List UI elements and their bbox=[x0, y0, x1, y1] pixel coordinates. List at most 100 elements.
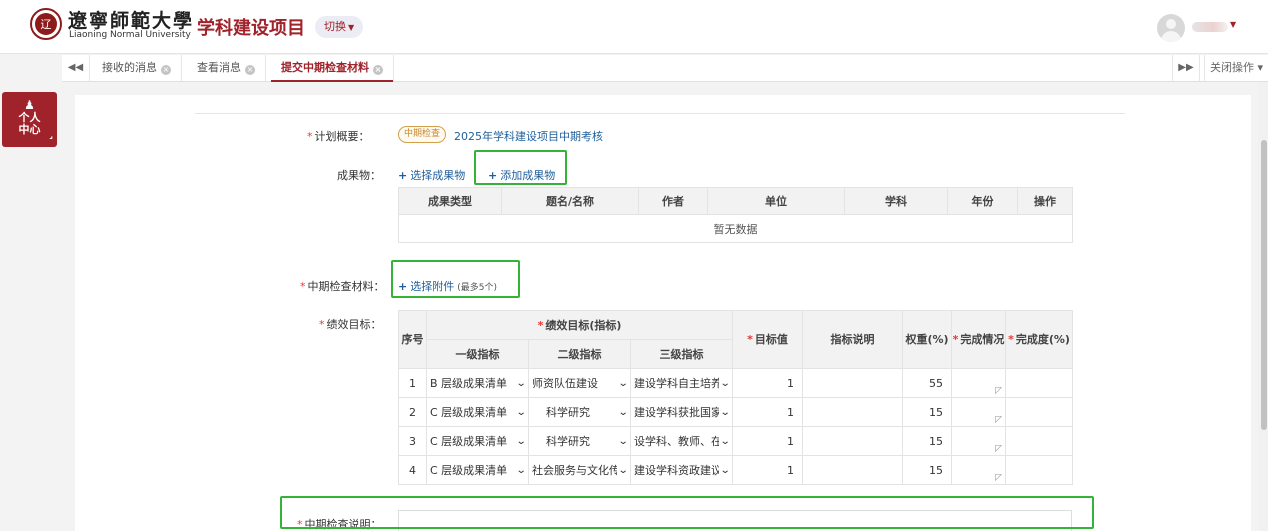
chevron-down-icon: ⌄ bbox=[719, 406, 731, 418]
form-panel: * 计划概要： 中期检查 2025年学科建设项目中期考核 成果物： + 选择成果物 … bbox=[75, 95, 1251, 531]
select-value: C 层级成果清单 bbox=[430, 406, 508, 419]
plan-name[interactable]: 2025年学科建设项目中期考核 bbox=[454, 128, 603, 144]
desc-header: 指标说明 bbox=[802, 310, 904, 369]
tab-received-messages[interactable]: 接收的消息 × bbox=[92, 55, 182, 81]
tab-scroll-right-button[interactable]: ▶▶ bbox=[1172, 55, 1200, 81]
index-header: 序号 bbox=[398, 310, 427, 369]
goal-group-header: * 绩效目标(指标) bbox=[425, 310, 734, 340]
column-header: 操作 bbox=[1017, 187, 1073, 215]
achievements-label: 成果物： bbox=[337, 169, 381, 182]
desc-input[interactable] bbox=[802, 426, 904, 456]
chevron-down-icon: ⌄ bbox=[515, 464, 527, 476]
username-redacted[interactable] bbox=[1192, 22, 1228, 32]
completion-rate-input[interactable] bbox=[1005, 397, 1074, 427]
user-menu-caret-icon[interactable]: ▼ bbox=[1230, 20, 1236, 29]
user-avatar[interactable] bbox=[1157, 14, 1185, 42]
completion-textarea[interactable]: ◸ bbox=[951, 368, 1007, 398]
level2-select[interactable]: 科学研究 ⌄ bbox=[528, 397, 631, 427]
performance-text: 绩效目标： bbox=[326, 318, 382, 331]
chevron-down-icon: ⌄ bbox=[515, 435, 527, 447]
close-ops-label: 关闭操作 bbox=[1209, 61, 1254, 74]
top-header: 辽 遼寧師範大學 Liaoning Normal University 学科建设… bbox=[0, 0, 1268, 54]
completion-textarea[interactable]: ◸ bbox=[951, 397, 1007, 427]
personal-center-line2: 中心 bbox=[18, 123, 41, 136]
scrollbar-thumb[interactable] bbox=[1261, 140, 1267, 430]
level2-select[interactable]: 师资队伍建设 ⌄ bbox=[528, 368, 631, 398]
chevron-down-icon: ⌄ bbox=[719, 464, 731, 476]
target-value[interactable]: 1 bbox=[732, 455, 804, 485]
tab-bar: ◀◀ 接收的消息 × 查看消息 × 提交中期检查材料 × ▶▶ 关闭操作 ▾ bbox=[62, 55, 1268, 82]
column-header: 成果类型 bbox=[398, 187, 502, 215]
midterm-tag: 中期检查 bbox=[398, 126, 447, 143]
level1-select[interactable]: C 层级成果清单 ⌄ bbox=[426, 426, 529, 456]
switch-label: 切换 bbox=[324, 20, 346, 33]
highlight-box-add-achievement bbox=[474, 150, 567, 185]
desc-input[interactable] bbox=[802, 455, 904, 485]
desc-input[interactable] bbox=[802, 397, 904, 427]
level1-header: 一级指标 bbox=[426, 339, 529, 369]
level1-select[interactable]: C 层级成果清单 ⌄ bbox=[426, 455, 529, 485]
university-name-cn: 遼寧師範大學 bbox=[68, 10, 195, 32]
tab-view-messages[interactable]: 查看消息 × bbox=[187, 55, 266, 81]
table-row: 4 C 层级成果清单 ⌄ 社会服务与文化传 ⌄ 建设学科资政建议 ⌄ 1 15 ◸ bbox=[398, 455, 1074, 485]
level1-select[interactable]: B 层级成果清单 ⌄ bbox=[426, 368, 529, 398]
select-value: 建设学科自主培养 bbox=[634, 377, 719, 390]
chevron-down-icon: ⌄ bbox=[719, 435, 731, 447]
tab-scroll-left-button[interactable]: ◀◀ bbox=[62, 55, 90, 81]
performance-table: 序号 * 绩效目标(指标) * 目标值 指标说明 权重(%) * 完成情况 * 完成度(… bbox=[398, 310, 1074, 485]
column-header: 题名/名称 bbox=[501, 187, 639, 215]
column-header: 年份 bbox=[947, 187, 1018, 215]
select-value: 建设学科资政建议 bbox=[634, 464, 719, 477]
tab-close-icon[interactable]: × bbox=[245, 65, 255, 75]
weight-value: 15 bbox=[902, 455, 953, 485]
switch-button[interactable]: 切换 ▼ bbox=[315, 16, 364, 38]
user-icon: ♟ bbox=[24, 98, 35, 112]
completion-rate-input[interactable] bbox=[1005, 455, 1074, 485]
tab-close-icon[interactable]: × bbox=[161, 65, 171, 75]
target-value[interactable]: 1 bbox=[732, 426, 804, 456]
weight-value: 15 bbox=[902, 426, 953, 456]
tab-label: 查看消息 bbox=[197, 61, 241, 74]
plus-icon: + bbox=[398, 169, 408, 182]
highlight-box-attachment bbox=[391, 260, 520, 298]
select-achievement-text: 选择成果物 bbox=[410, 169, 466, 182]
target-header: * 目标值 bbox=[732, 310, 804, 369]
caret-down-icon: ▼ bbox=[348, 23, 355, 32]
completion-textarea[interactable]: ◸ bbox=[951, 455, 1007, 485]
tab-label: 提交中期检查材料 bbox=[281, 61, 369, 74]
level1-select[interactable]: C 层级成果清单 ⌄ bbox=[426, 397, 529, 427]
target-value[interactable]: 1 bbox=[732, 368, 804, 398]
row-index: 2 bbox=[398, 397, 427, 427]
midterm-materials-text: 中期检查材料： bbox=[307, 280, 385, 293]
completion-rate-input[interactable] bbox=[1005, 368, 1074, 398]
table-row: 暂无数据 bbox=[398, 214, 1073, 243]
personal-center-button[interactable]: ♟ 个人 中心 ⌟ bbox=[2, 92, 57, 147]
plan-overview-text: 计划概要： bbox=[314, 130, 370, 143]
app-title: 学科建设项目 bbox=[197, 18, 305, 39]
level3-select[interactable]: 设学科、教师、在 ⌄ bbox=[629, 426, 734, 456]
level2-select[interactable]: 社会服务与文化传 ⌄ bbox=[528, 455, 631, 485]
column-header: 学科 bbox=[844, 187, 948, 215]
resize-handle-icon: ◸ bbox=[995, 444, 1003, 454]
level3-select[interactable]: 建设学科获批国家 ⌄ bbox=[629, 397, 734, 427]
level2-select[interactable]: 科学研究 ⌄ bbox=[528, 426, 631, 456]
level3-select[interactable]: 建设学科资政建议 ⌄ bbox=[629, 455, 734, 485]
chevron-down-icon: ⌄ bbox=[617, 377, 629, 389]
chevron-down-icon: ⌄ bbox=[617, 406, 629, 418]
column-header: 单位 bbox=[707, 187, 845, 215]
select-achievement-button[interactable]: + 选择成果物 bbox=[398, 167, 465, 183]
desc-input[interactable] bbox=[802, 368, 904, 398]
close-operations-menu[interactable]: 关闭操作 ▾ bbox=[1204, 55, 1268, 81]
completion-header: * 完成情况 bbox=[951, 310, 1007, 369]
weight-value: 15 bbox=[902, 397, 953, 427]
tab-close-icon[interactable]: × bbox=[373, 65, 383, 75]
level3-select[interactable]: 建设学科自主培养 ⌄ bbox=[629, 368, 734, 398]
target-value[interactable]: 1 bbox=[732, 397, 804, 427]
divider bbox=[195, 113, 1125, 114]
midterm-materials-label: * 中期检查材料： bbox=[300, 280, 385, 293]
chevron-down-icon: ⌄ bbox=[617, 464, 629, 476]
completion-rate-input[interactable] bbox=[1005, 426, 1074, 456]
tab-submit-midterm[interactable]: 提交中期检查材料 × bbox=[271, 55, 394, 82]
plan-overview-label: * 计划概要： bbox=[307, 130, 370, 143]
completion-textarea[interactable]: ◸ bbox=[951, 426, 1007, 456]
